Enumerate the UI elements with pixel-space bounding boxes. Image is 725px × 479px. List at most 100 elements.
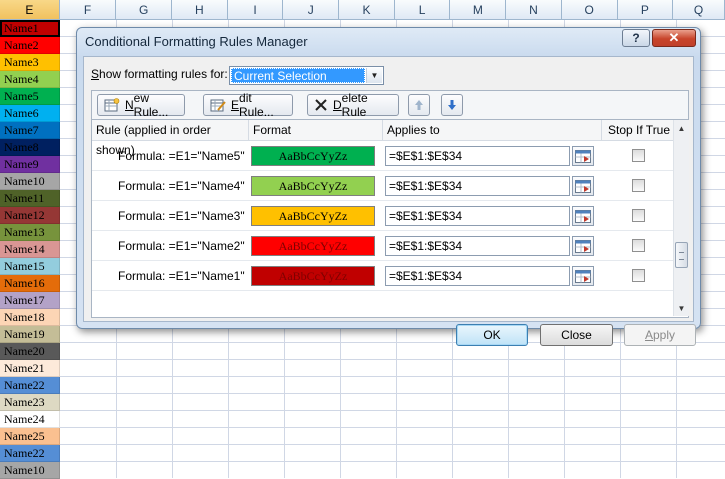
cell-e20[interactable]: Name20 xyxy=(0,343,60,360)
apply-button[interactable]: Apply xyxy=(624,324,696,346)
stop-if-true-checkbox[interactable] xyxy=(632,149,645,162)
rules-scrollbar[interactable]: ▲ ▼ xyxy=(673,120,689,316)
column-header-h[interactable]: H xyxy=(172,0,228,20)
range-picker-button[interactable] xyxy=(572,206,594,226)
show-rules-label: Show formatting rules for: xyxy=(91,67,228,81)
format-preview: AaBbCcYyZz xyxy=(251,266,375,286)
new-rule-button[interactable]: New Rule... xyxy=(97,91,185,119)
rule-row[interactable]: Formula: =E1="Name2" AaBbCcYyZz =$E$1:$E$3… xyxy=(92,231,673,261)
range-picker-button[interactable] xyxy=(572,266,594,286)
format-preview: AaBbCcYyZz xyxy=(251,206,375,226)
header-applies-to: Applies to xyxy=(383,120,602,140)
column-header-q[interactable]: Q xyxy=(673,0,725,20)
header-rule: Rule (applied in order shown) xyxy=(92,120,249,157)
column-header-p[interactable]: P xyxy=(617,0,674,20)
rules-toolbar: New Rule... Edit Rule... Delete Rule xyxy=(91,90,689,120)
cell-e9[interactable]: Name9 xyxy=(0,156,60,173)
column-header-l[interactable]: L xyxy=(394,0,451,20)
move-up-button[interactable] xyxy=(408,94,430,116)
cell-e27[interactable]: Name10 xyxy=(0,462,60,479)
cell-e22[interactable]: Name22 xyxy=(0,377,60,394)
column-header-o[interactable]: O xyxy=(561,0,618,20)
stop-if-true-checkbox[interactable] xyxy=(632,209,645,222)
column-header-m[interactable]: M xyxy=(450,0,507,20)
scroll-up-icon[interactable]: ▲ xyxy=(674,120,689,136)
rule-row[interactable]: Formula: =E1="Name3" AaBbCcYyZz =$E$1:$E$3… xyxy=(92,201,673,231)
column-header-g[interactable]: G xyxy=(116,0,173,20)
dialog-title: Conditional Formatting Rules Manager xyxy=(85,34,308,49)
rule-row[interactable]: Formula: =E1="Name5" AaBbCcYyZz =$E$1:$E$3… xyxy=(92,141,673,171)
collapse-dialog-icon xyxy=(575,149,591,163)
help-button[interactable]: ? xyxy=(622,29,650,47)
ok-button[interactable]: OK xyxy=(456,324,528,346)
close-button[interactable]: Close xyxy=(540,324,613,346)
range-picker-button[interactable] xyxy=(572,176,594,196)
edit-rule-icon xyxy=(210,99,226,112)
cell-e18[interactable]: Name18 xyxy=(0,309,60,326)
cell-e8[interactable]: Name8 xyxy=(0,139,60,156)
dialog-body: Show formatting rules for: Current Selec… xyxy=(83,56,696,346)
cell-e17[interactable]: Name17 xyxy=(0,292,60,309)
column-header-e[interactable]: E xyxy=(0,0,60,20)
cell-e25[interactable]: Name25 xyxy=(0,428,60,445)
cell-e16[interactable]: Name16 xyxy=(0,275,60,292)
cell-e7[interactable]: Name7 xyxy=(0,122,60,139)
stop-if-true-checkbox[interactable] xyxy=(632,239,645,252)
cell-e4[interactable]: Name4 xyxy=(0,71,60,88)
cell-e12[interactable]: Name12 xyxy=(0,207,60,224)
conditional-formatting-dialog: Conditional Formatting Rules Manager ? ✕… xyxy=(76,27,701,346)
cell-e14[interactable]: Name14 xyxy=(0,241,60,258)
rules-header: Rule (applied in order shown) Format App… xyxy=(92,120,673,157)
rule-formula: Formula: =E1="Name4" xyxy=(118,179,245,193)
cell-e21[interactable]: Name21 xyxy=(0,360,60,377)
range-picker-button[interactable] xyxy=(572,236,594,256)
applies-to-input[interactable]: =$E$1:$E$34 xyxy=(385,206,570,226)
rule-formula: Formula: =E1="Name2" xyxy=(118,239,245,253)
column-header-row: EFGHIJKLMNOPQ xyxy=(0,0,725,20)
column-header-k[interactable]: K xyxy=(339,0,395,20)
stop-if-true-checkbox[interactable] xyxy=(632,269,645,282)
applies-to-input[interactable]: =$E$1:$E$34 xyxy=(385,146,570,166)
collapse-dialog-icon xyxy=(575,239,591,253)
range-picker-button[interactable] xyxy=(572,146,594,166)
cell-e11[interactable]: Name11 xyxy=(0,190,60,207)
cell-e26[interactable]: Name22 xyxy=(0,445,60,462)
format-preview: AaBbCcYyZz xyxy=(251,236,375,256)
cell-e2[interactable]: Name2 xyxy=(0,37,60,54)
cell-e10[interactable]: Name10 xyxy=(0,173,60,190)
cell-e1[interactable]: Name1 xyxy=(0,20,60,37)
cell-e23[interactable]: Name23 xyxy=(0,394,60,411)
show-rules-dropdown[interactable]: Current Selection ▼ xyxy=(229,66,384,85)
cell-e13[interactable]: Name13 xyxy=(0,224,60,241)
cell-e19[interactable]: Name19 xyxy=(0,326,60,343)
format-preview: AaBbCcYyZz xyxy=(251,146,375,166)
move-down-button[interactable] xyxy=(441,94,463,116)
delete-rule-button[interactable]: Delete Rule xyxy=(307,91,399,119)
column-header-i[interactable]: I xyxy=(227,0,284,20)
edit-rule-button[interactable]: Edit Rule... xyxy=(203,91,293,119)
row-divider xyxy=(92,290,673,291)
column-header-f[interactable]: F xyxy=(59,0,117,20)
cell-e24[interactable]: Name24 xyxy=(0,411,60,428)
rule-formula: Formula: =E1="Name5" xyxy=(118,149,245,163)
rule-row[interactable]: Formula: =E1="Name1" AaBbCcYyZz =$E$1:$E$3… xyxy=(92,261,673,291)
cell-e5[interactable]: Name5 xyxy=(0,88,60,105)
applies-to-input[interactable]: =$E$1:$E$34 xyxy=(385,176,570,196)
cell-e15[interactable]: Name15 xyxy=(0,258,60,275)
title-close-button[interactable]: ✕ xyxy=(652,29,696,47)
scroll-thumb[interactable] xyxy=(675,242,688,268)
collapse-dialog-icon xyxy=(575,179,591,193)
stop-if-true-checkbox[interactable] xyxy=(632,179,645,192)
cell-e3[interactable]: Name3 xyxy=(0,54,60,71)
scroll-down-icon[interactable]: ▼ xyxy=(674,300,689,316)
cell-e6[interactable]: Name6 xyxy=(0,105,60,122)
column-header-n[interactable]: N xyxy=(506,0,562,20)
new-rule-icon xyxy=(104,98,120,112)
dropdown-arrow-icon[interactable]: ▼ xyxy=(366,68,382,83)
rule-formula: Formula: =E1="Name1" xyxy=(118,269,245,283)
rule-row[interactable]: Formula: =E1="Name4" AaBbCcYyZz =$E$1:$E$3… xyxy=(92,171,673,201)
column-header-j[interactable]: J xyxy=(283,0,340,20)
applies-to-input[interactable]: =$E$1:$E$34 xyxy=(385,266,570,286)
arrow-down-icon xyxy=(448,100,456,110)
applies-to-input[interactable]: =$E$1:$E$34 xyxy=(385,236,570,256)
